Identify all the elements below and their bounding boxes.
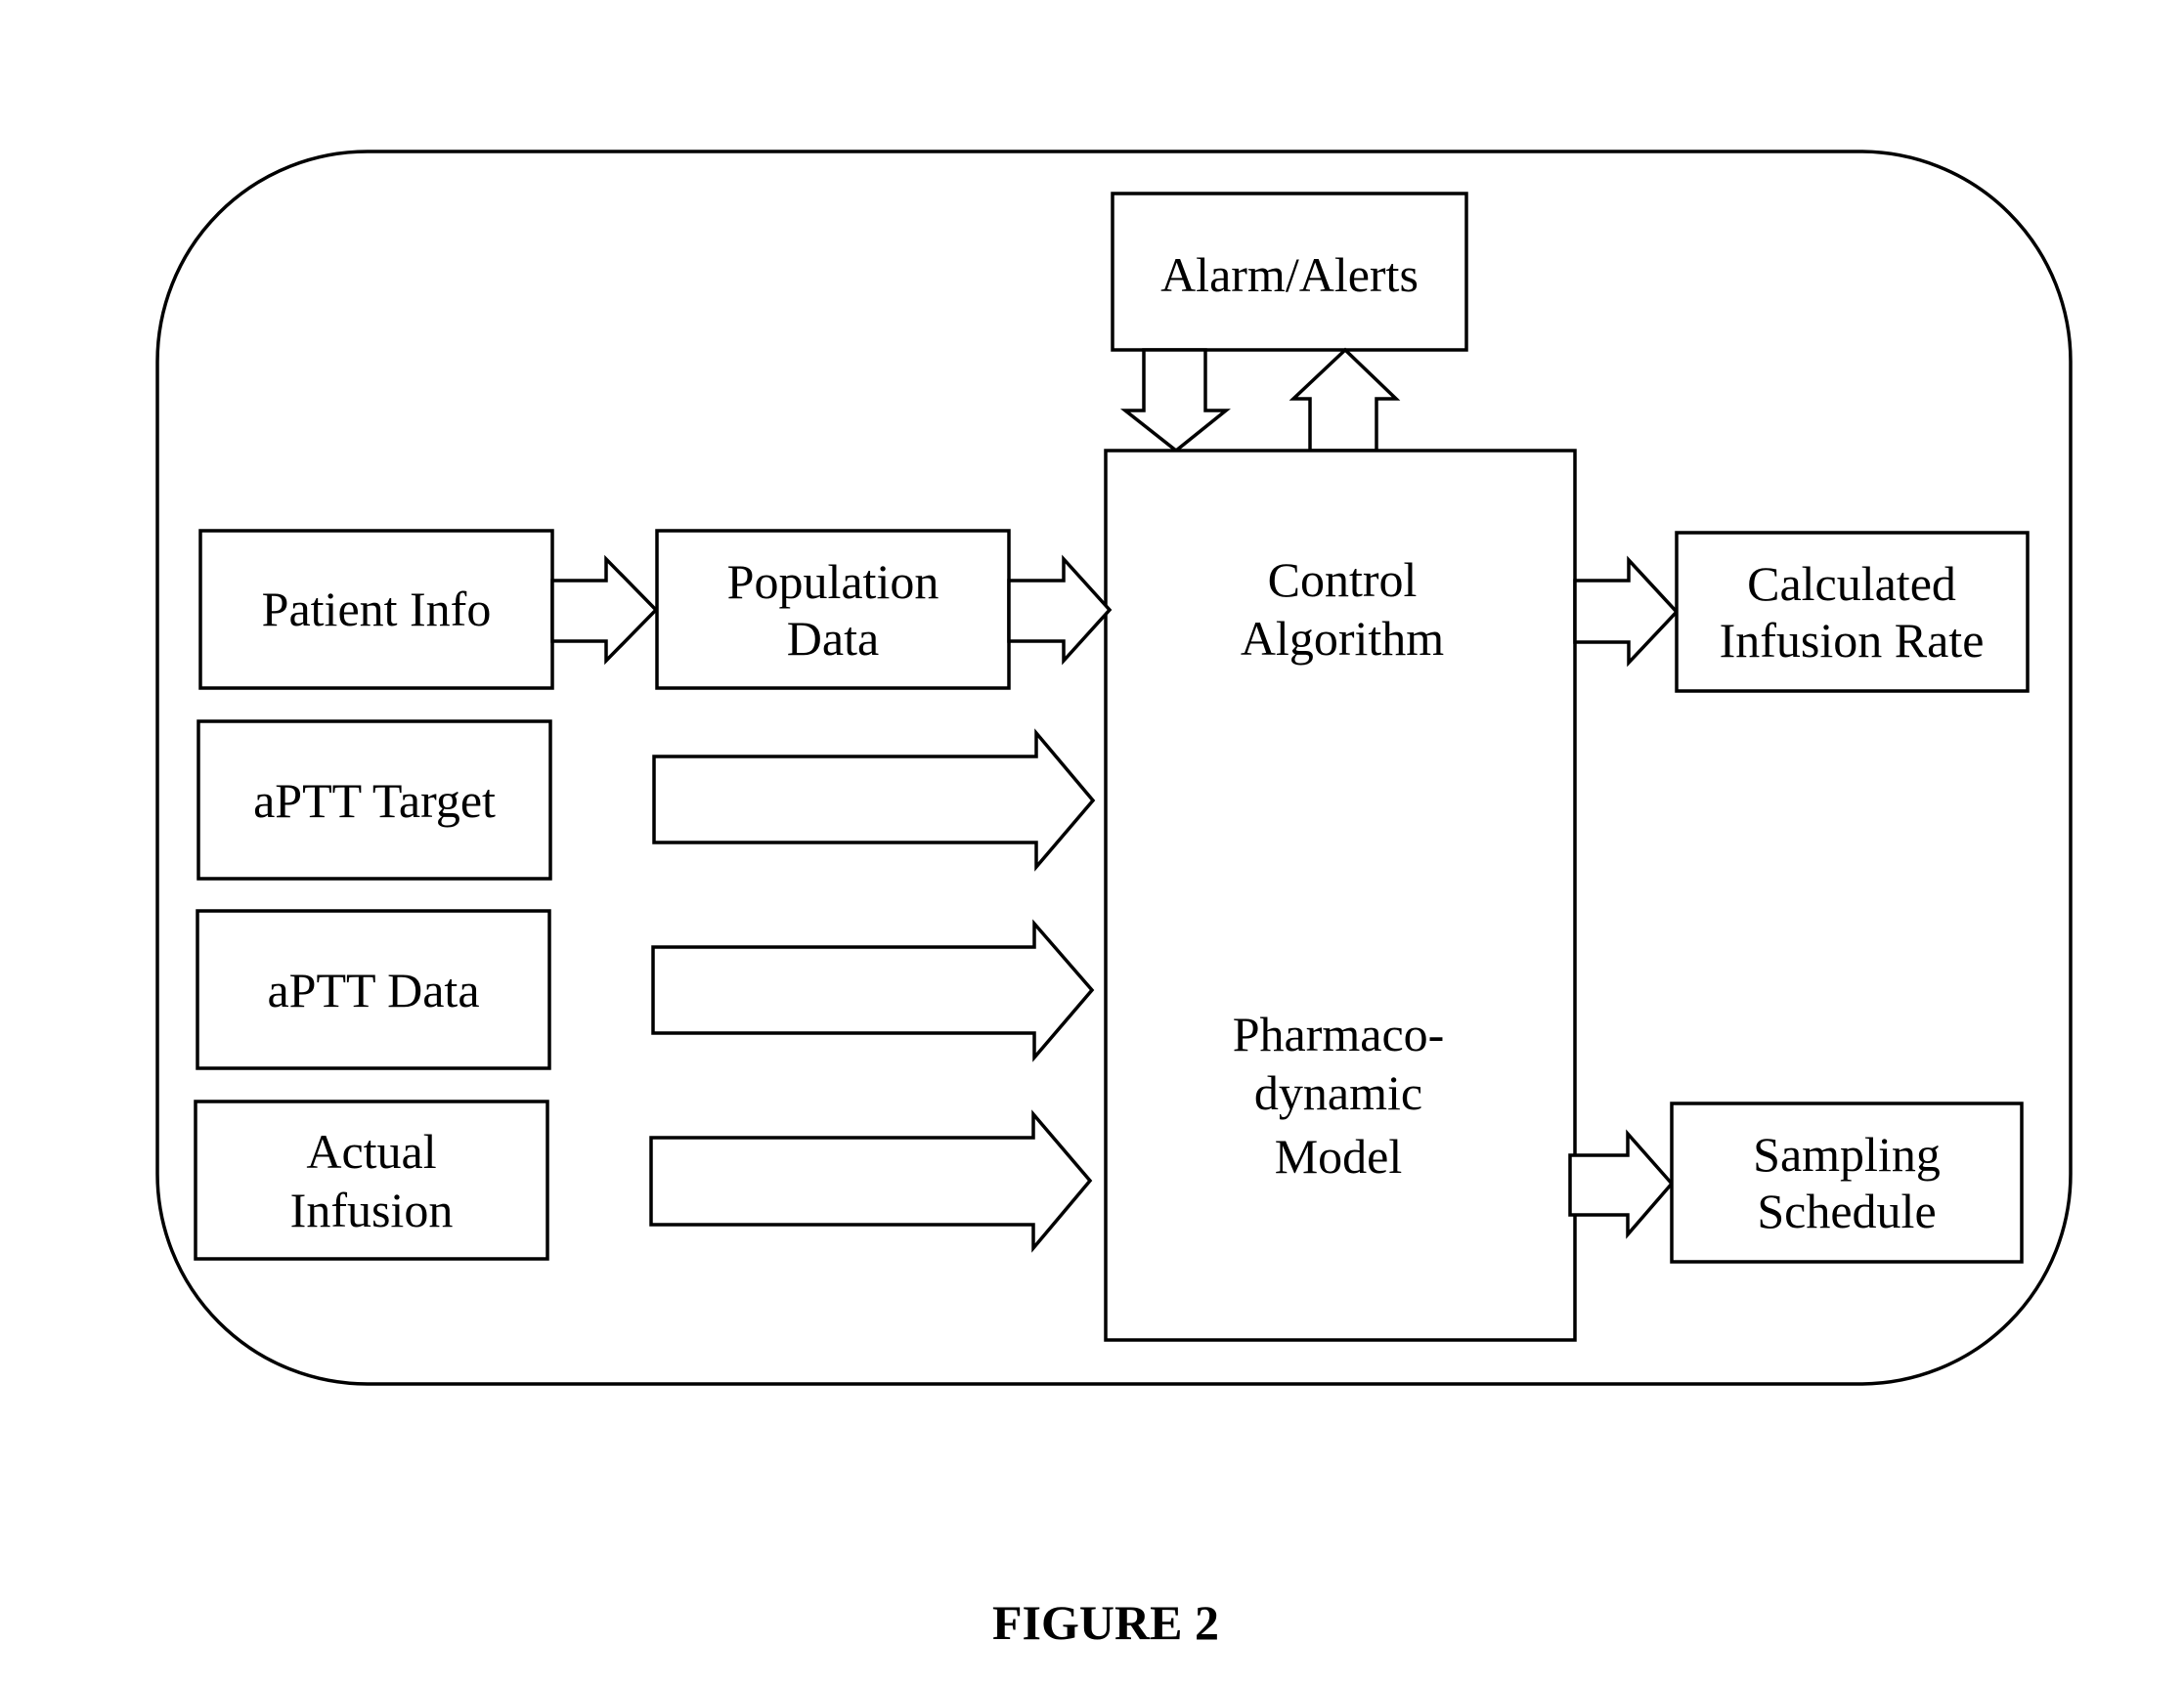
aptt-data-label: aPTT Data [267,963,479,1017]
node-patient-info: Patient Info [198,529,554,690]
control-algorithm-label-2: Algorithm [1241,611,1444,666]
arrow-aptt-data-to-control [651,919,1095,1062]
node-actual-infusion: Actual Infusion [194,1100,549,1261]
arrow-aptt-target-to-control [652,728,1096,872]
arrow-actual-infusion-to-control [649,1109,1093,1253]
block-diagram: Alarm/Alerts Control Algorithm Pharmaco-… [155,150,2073,1650]
arrow-control-to-alarm [1289,347,1401,453]
node-population-data: Population Data [655,529,1011,690]
pd-model-label-3: Model [1275,1129,1403,1184]
arrow-population-to-control [1007,554,1113,666]
pd-model-label-2: dynamic [1254,1065,1422,1120]
sampling-schedule-label-1: Sampling [1753,1127,1941,1182]
control-algorithm-label-1: Control [1268,552,1418,607]
population-data-label-2: Data [787,611,879,666]
node-aptt-data: aPTT Data [196,909,551,1070]
arrow-control-to-infusion-rate [1573,555,1680,668]
node-aptt-target: aPTT Target [197,719,552,881]
aptt-target-label: aPTT Target [253,773,496,828]
node-alarm-label: Alarm/Alerts [1160,247,1419,302]
node-sampling-schedule: Sampling Schedule [1670,1102,2024,1264]
sampling-schedule-label-2: Schedule [1757,1184,1936,1238]
actual-infusion-label-1: Actual [306,1124,436,1179]
infusion-rate-label-2: Infusion Rate [1720,613,1985,668]
population-data-label-1: Population [727,554,939,609]
node-calculated-infusion-rate: Calculated Infusion Rate [1675,531,2030,693]
patient-info-label: Patient Info [262,582,492,636]
arrow-model-to-sampling-schedule [1568,1129,1675,1239]
figure-caption: FIGURE 2 [992,1595,1219,1650]
node-alarm: Alarm/Alerts [1111,192,1468,352]
arrow-patient-to-population [550,554,659,666]
arrow-alarm-to-control [1119,348,1231,454]
infusion-rate-label-1: Calculated [1747,556,1956,611]
actual-infusion-label-2: Infusion [290,1183,454,1237]
pd-model-label-1: Pharmaco- [1233,1007,1445,1061]
